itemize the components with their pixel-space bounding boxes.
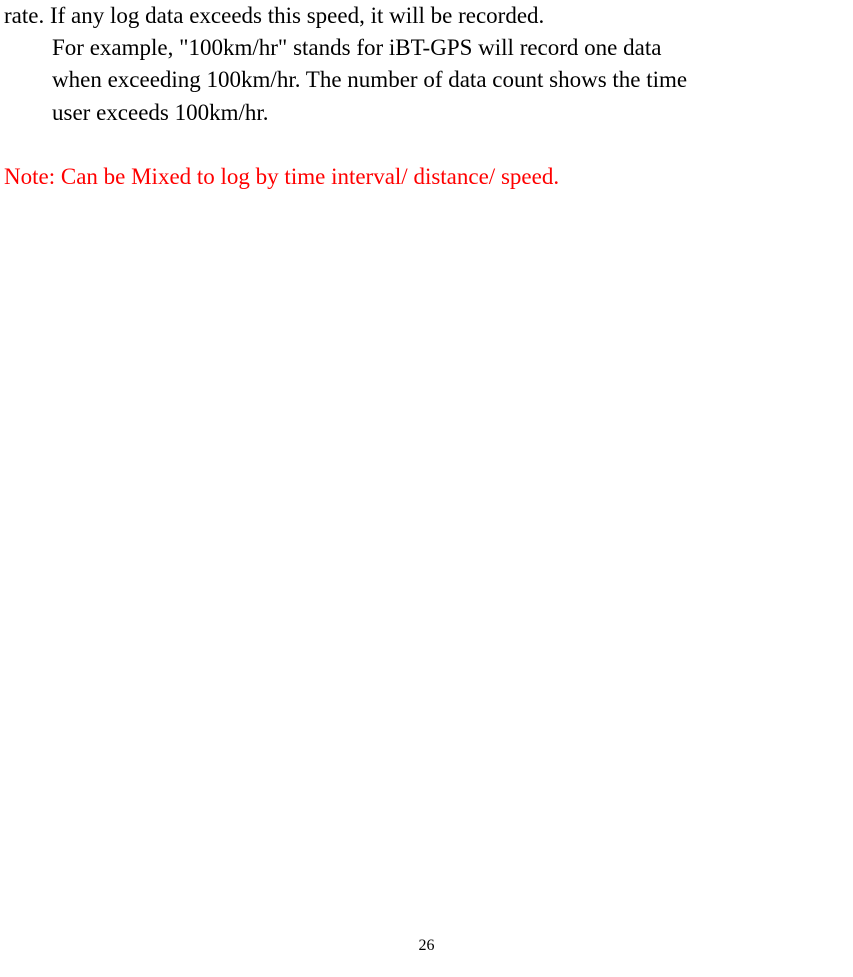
note-text: Note: Can be Mixed to log by time interv… [4, 161, 851, 193]
page-content: rate. If any log data exceeds this speed… [0, 0, 853, 193]
paragraph-speed-rate: rate. If any log data exceeds this speed… [4, 0, 851, 129]
paragraph-line: For example, "100km/hr" stands for iBT-G… [4, 32, 851, 64]
paragraph-line: rate. If any log data exceeds this speed… [4, 0, 851, 32]
paragraph-line: user exceeds 100km/hr. [4, 97, 851, 129]
page-number: 26 [0, 935, 853, 957]
paragraph-line: when exceeding 100km/hr. The number of d… [4, 64, 851, 96]
